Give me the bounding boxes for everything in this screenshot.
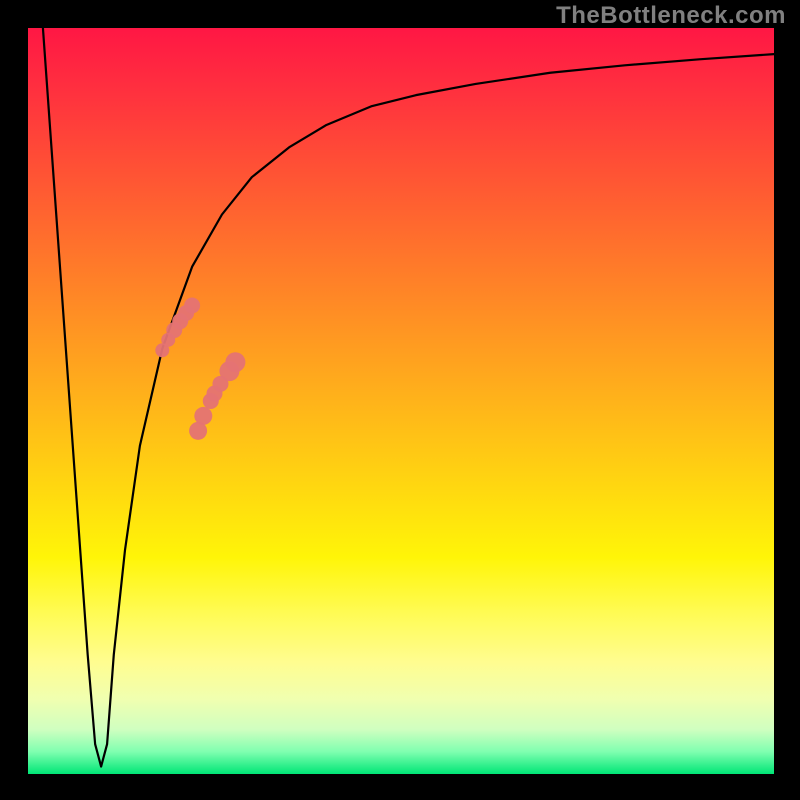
scatter-point <box>184 298 200 314</box>
bottleneck-curve <box>43 28 774 767</box>
chart-svg <box>28 28 774 774</box>
scatter-point <box>225 352 245 372</box>
highlight-scatter-group <box>155 298 245 440</box>
scatter-point <box>194 407 212 425</box>
chart-plot-area <box>28 28 774 774</box>
watermark-text: TheBottleneck.com <box>556 2 786 30</box>
